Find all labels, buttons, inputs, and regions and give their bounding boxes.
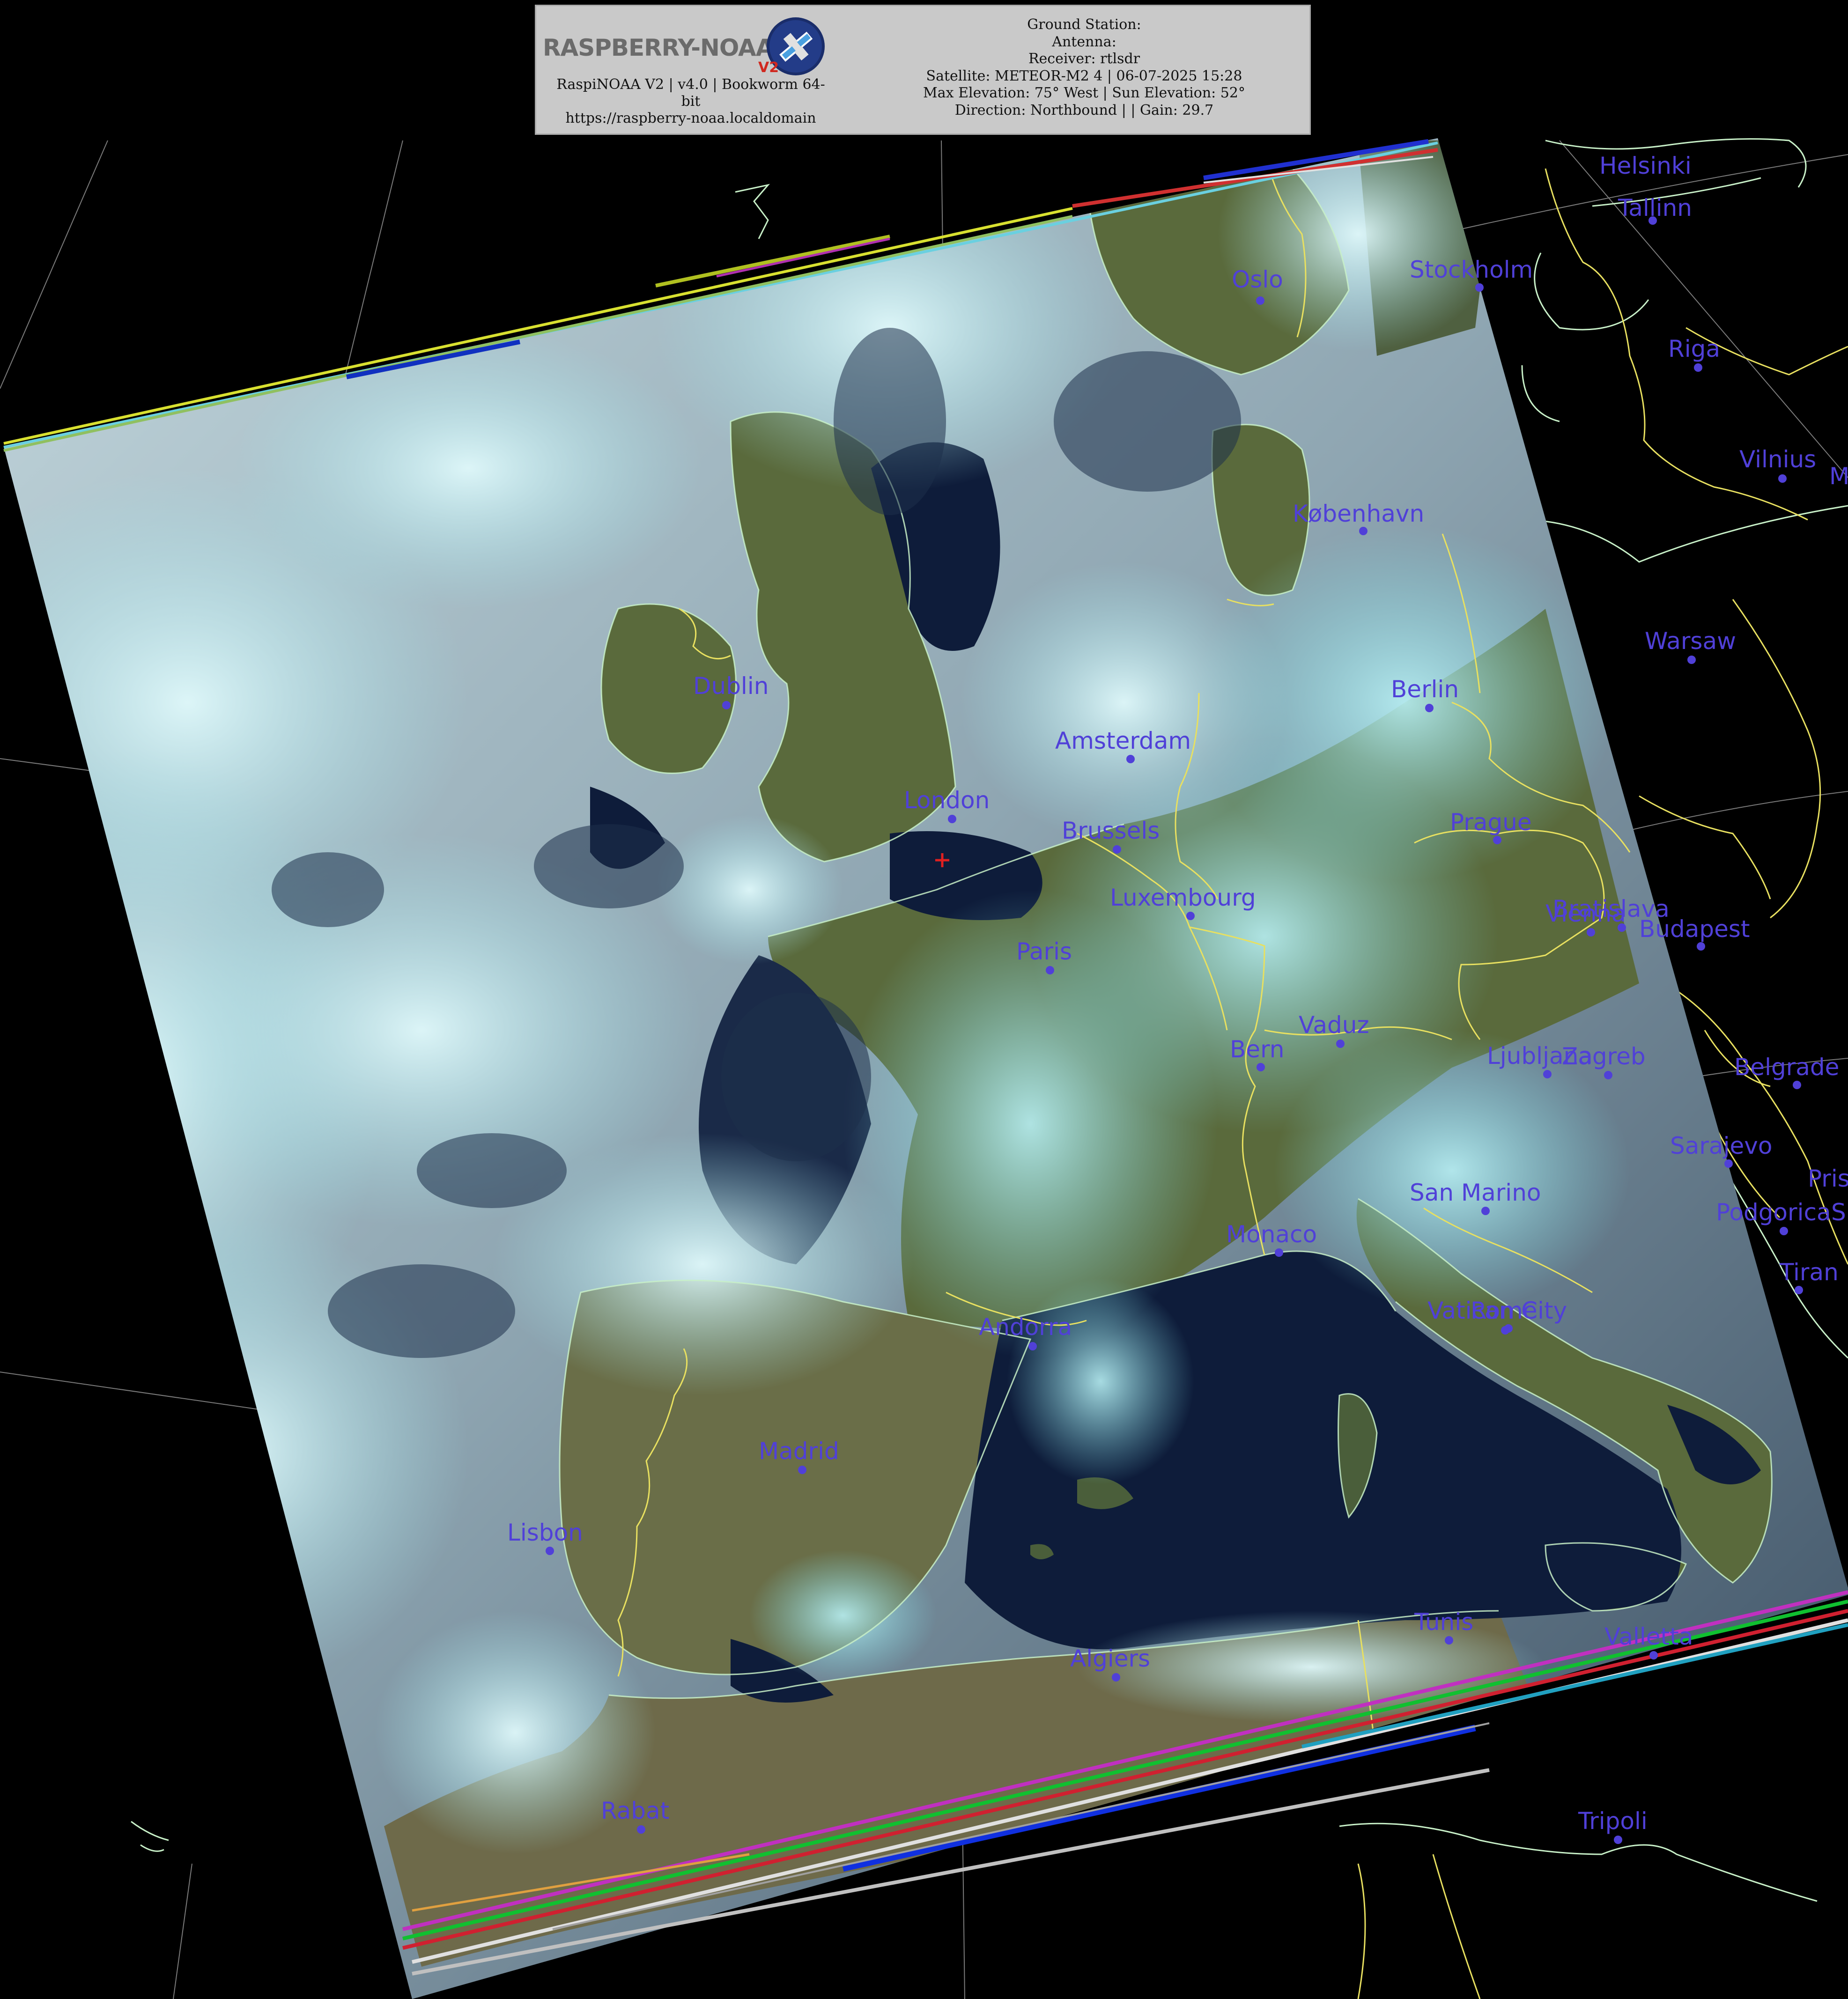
city-dot	[1649, 1651, 1658, 1660]
city-dot	[1336, 1040, 1345, 1048]
city-label: Vaduz	[1299, 1011, 1369, 1039]
city-label: Stockholm	[1410, 256, 1533, 283]
city-dot	[1618, 923, 1626, 932]
city-dot	[1425, 704, 1434, 712]
city-label: København	[1293, 500, 1425, 527]
city-dot	[1481, 1207, 1490, 1215]
city-dot	[1724, 1159, 1733, 1168]
city-dot	[1587, 928, 1595, 937]
elevation: Max Elevation: 75° West | Sun Elevation:…	[923, 85, 1245, 101]
header-panel: RASPBERRY-NOAA V2 RaspiNOAA V2 | v4.0 | …	[535, 5, 1311, 135]
city-label: Zagreb	[1562, 1043, 1646, 1070]
city-dot	[1359, 527, 1368, 535]
city-label: Riga	[1668, 335, 1721, 362]
city-dot	[1614, 1836, 1622, 1844]
city-label: Tiran	[1780, 1259, 1839, 1286]
city-label: S	[1831, 1199, 1846, 1226]
direction-gain: Direction: Northbound | | Gain: 29.7	[954, 102, 1214, 118]
city-dot	[1046, 966, 1054, 974]
city-dot	[948, 815, 956, 823]
city-label: Vilnius	[1739, 446, 1817, 473]
city-label: Sarajevo	[1670, 1132, 1773, 1159]
city-dot	[1543, 1070, 1552, 1078]
city-dot	[1257, 1063, 1265, 1071]
station-url: https://raspberry-noaa.localdomain	[565, 110, 816, 126]
city-dot	[1113, 845, 1121, 854]
city-label: Podgorica	[1716, 1199, 1831, 1226]
city-label: Monaco	[1226, 1221, 1317, 1248]
pass-info: Ground Station: Antenna: Receiver: rtlsd…	[864, 16, 1304, 119]
software-line-cont: bit	[681, 93, 701, 110]
city-label: Rome	[1471, 1297, 1538, 1324]
city-label: Bern	[1230, 1036, 1285, 1063]
city-label: London	[904, 787, 990, 814]
antenna: Antenna:	[1052, 33, 1116, 50]
city-label: Algiers	[1070, 1645, 1151, 1672]
city-dot	[1275, 1248, 1283, 1257]
city-label: Luxembourg	[1110, 884, 1256, 911]
city-dot	[1112, 1673, 1120, 1682]
city-dot	[1694, 363, 1702, 372]
logo-version: V2	[758, 59, 779, 76]
city-label: Brussels	[1062, 817, 1160, 844]
city-label: M	[1829, 463, 1848, 490]
city-dot	[1445, 1636, 1453, 1645]
city-dot	[1504, 1324, 1513, 1333]
city-dot	[1256, 296, 1264, 305]
city-label: Prague	[1450, 809, 1532, 836]
city-label: Helsinki	[1599, 152, 1692, 179]
city-dot	[1028, 1342, 1037, 1350]
city-label: Budapest	[1639, 915, 1750, 943]
city-label: Lisbon	[507, 1519, 583, 1546]
city-label: Valletta	[1604, 1623, 1693, 1650]
city-label: Pris	[1808, 1165, 1848, 1192]
city-label: Madrid	[759, 1438, 839, 1465]
city-dot	[1780, 1227, 1788, 1235]
software-info: RaspiNOAA V2 | v4.0 | Bookworm 64- bit h…	[536, 76, 845, 127]
city-dot	[1604, 1071, 1612, 1079]
city-label: Paris	[1016, 938, 1072, 965]
city-label: San Marino	[1410, 1179, 1541, 1206]
city-dot	[1186, 912, 1195, 920]
city-dot	[1648, 216, 1657, 225]
city-label: Andorra	[979, 1313, 1072, 1341]
city-label: Belgrade	[1734, 1054, 1840, 1081]
city-dot	[1493, 836, 1501, 844]
city-dot	[1793, 1081, 1801, 1089]
city-label: Amsterdam	[1055, 727, 1191, 754]
city-label: Dublin	[693, 672, 769, 700]
city-dot	[1475, 283, 1484, 292]
city-dot	[798, 1466, 806, 1474]
city-dot	[1126, 755, 1135, 763]
city-dot	[1795, 1286, 1803, 1294]
satellite-map	[0, 138, 1848, 1999]
city-dot	[1778, 474, 1787, 483]
satellite-pass: Satellite: METEOR-M2 4 | 06-07-2025 15:2…	[926, 67, 1242, 84]
city-dot	[546, 1547, 554, 1555]
city-dot	[722, 701, 731, 709]
city-label: Tunis	[1414, 1608, 1474, 1636]
city-label: Rabat	[601, 1797, 670, 1824]
city-dot	[1687, 656, 1696, 664]
city-label: Warsaw	[1645, 627, 1737, 655]
logo: RASPBERRY-NOAA V2	[543, 16, 843, 77]
ground-station: Ground Station:	[1027, 16, 1141, 33]
city-label: Tripoli	[1578, 1807, 1648, 1835]
city-label: Oslo	[1232, 266, 1283, 293]
logo-text: RASPBERRY-NOAA	[543, 34, 774, 61]
city-label: Berlin	[1391, 676, 1459, 703]
city-dot	[1697, 942, 1705, 951]
software-line: RaspiNOAA V2 | v4.0 | Bookworm 64-	[556, 76, 825, 93]
city-dot	[637, 1825, 645, 1834]
receiver: Receiver: rtlsdr	[1028, 51, 1140, 67]
